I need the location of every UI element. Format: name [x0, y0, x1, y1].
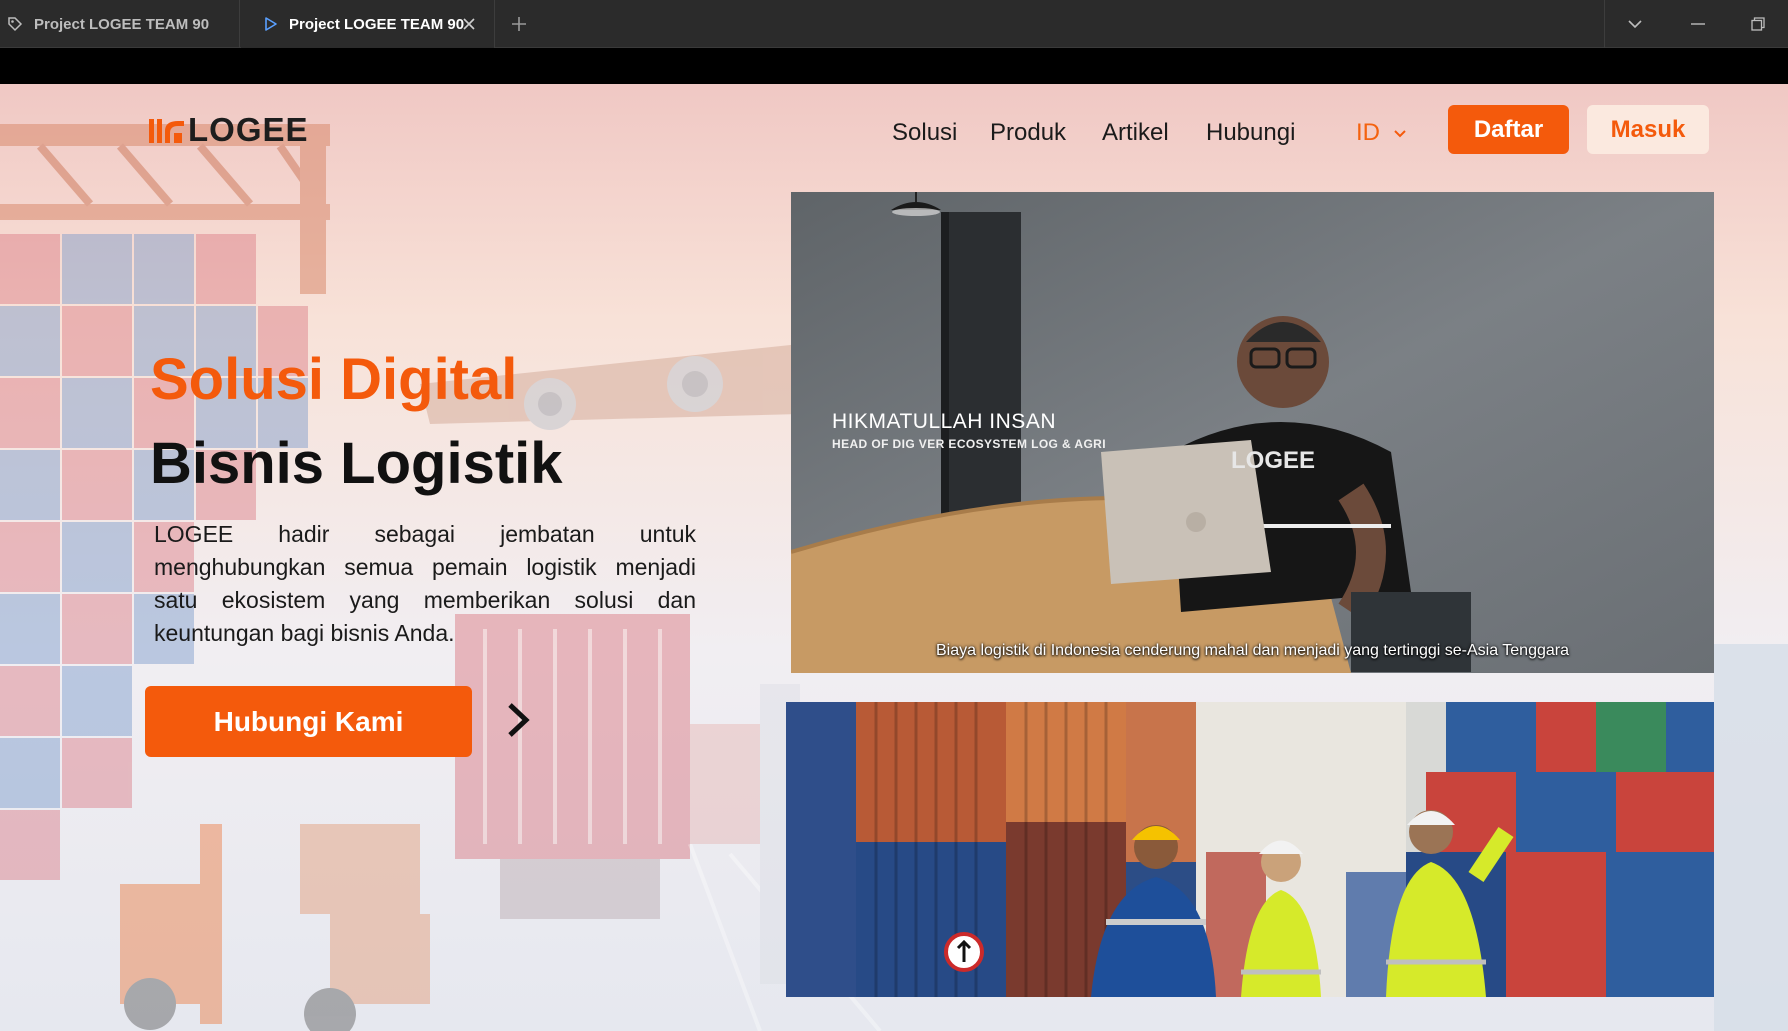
- video-player[interactable]: LOGEE HIKMATULLAH INSAN HEAD OF DIG VER …: [791, 192, 1714, 673]
- nav-link-solusi[interactable]: Solusi: [892, 110, 957, 156]
- language-selector[interactable]: ID: [1356, 110, 1408, 156]
- play-icon: [259, 13, 281, 35]
- port-workers-image: [786, 702, 1714, 997]
- logee-logo-mark-icon: [149, 119, 184, 143]
- logo-wordmark: LOGEE: [188, 111, 309, 148]
- login-button[interactable]: Masuk: [1587, 105, 1709, 154]
- browser-tab-title: Project LOGEE TEAM 90: [34, 15, 210, 33]
- video-subtitle: Biaya logistik di Indonesia cenderung ma…: [936, 642, 1569, 659]
- tag-icon: [4, 13, 26, 35]
- hero-title-highlight: Solusi Digital: [150, 347, 518, 412]
- hero-description: LOGEE hadir sebagai jembatan untuk mengh…: [154, 521, 696, 646]
- landing-page: LOGEE Solusi Produk Artikel Hubungi ID D…: [0, 84, 1788, 1031]
- logee-logo[interactable]: LOGEE: [148, 110, 309, 150]
- port-workers-photo: [786, 702, 1714, 997]
- shirt-logo-text: LOGEE: [1231, 447, 1315, 474]
- hero-title: Bisnis Logistik: [150, 431, 563, 496]
- nav-link-artikel[interactable]: Artikel: [1102, 110, 1169, 156]
- nav-link-hubungi[interactable]: Hubungi: [1206, 110, 1295, 156]
- language-code: ID: [1356, 119, 1380, 146]
- restore-icon[interactable]: [1728, 0, 1788, 48]
- new-tab-icon[interactable]: [506, 11, 532, 37]
- browser-tab-bar: Project LOGEE TEAM 90 Project LOGEE TEAM…: [0, 0, 1788, 48]
- browser-toolbar-strip: [0, 48, 1788, 84]
- chevron-right-icon[interactable]: [500, 698, 536, 742]
- browser-tab-title: Project LOGEE TEAM 90: [289, 15, 465, 33]
- chevron-down-icon: [1392, 125, 1408, 141]
- minimize-icon[interactable]: [1668, 0, 1728, 48]
- tab-list-chevron-icon[interactable]: [1605, 0, 1665, 48]
- nav-link-produk[interactable]: Produk: [990, 110, 1066, 156]
- speaker-name: HIKMATULLAH INSAN: [832, 410, 1056, 433]
- browser-tab-2[interactable]: Project LOGEE TEAM 90: [241, 0, 495, 48]
- browser-tab-1[interactable]: Project LOGEE TEAM 90: [0, 0, 240, 48]
- close-tab-icon[interactable]: [458, 13, 480, 35]
- speaker-role: HEAD OF DIG VER ECOSYSTEM LOG & AGRI: [832, 437, 1106, 451]
- register-button[interactable]: Daftar: [1448, 105, 1569, 154]
- contact-us-button[interactable]: Hubungi Kami: [145, 686, 472, 757]
